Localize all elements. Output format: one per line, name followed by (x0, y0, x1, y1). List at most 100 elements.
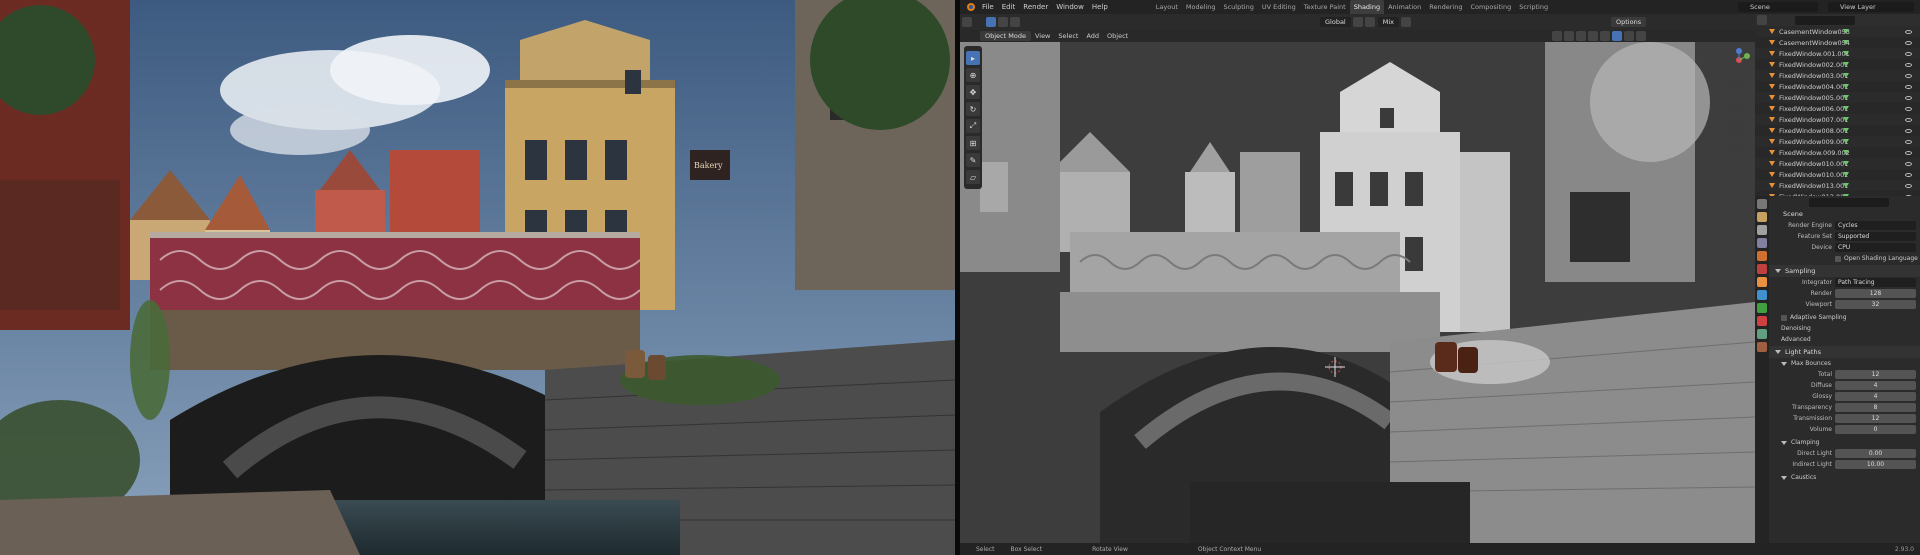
menu-file[interactable]: File (978, 0, 998, 14)
visibility-eye-icon[interactable] (1905, 106, 1912, 111)
visibility-eye-icon[interactable] (1905, 29, 1912, 34)
gizmo-icon[interactable] (1564, 31, 1575, 41)
snap-icon[interactable] (1364, 17, 1375, 27)
move-tool-icon[interactable]: ✥ (966, 85, 980, 99)
outliner-item[interactable]: FixedWindow005.001 (1755, 92, 1920, 103)
outliner-display-mode-icon[interactable] (1757, 15, 1767, 25)
outliner-item[interactable]: CasementWindow053 (1755, 26, 1920, 37)
render-samples-field[interactable]: 128 (1835, 289, 1916, 298)
outliner-item[interactable]: CasementWindow054 (1755, 37, 1920, 48)
particles-props-icon[interactable] (1757, 303, 1767, 313)
transmission-bounces-field[interactable]: 12 (1835, 414, 1916, 423)
tab-modeling[interactable]: Modeling (1182, 0, 1220, 14)
zoom-icon[interactable] (1727, 77, 1745, 95)
visibility-eye-icon[interactable] (1905, 84, 1912, 89)
clamping-subpanel[interactable]: Clamping (1769, 437, 1920, 448)
material-props-icon[interactable] (1757, 342, 1767, 352)
visibility-eye-icon[interactable] (1905, 128, 1912, 133)
outliner-item[interactable]: FixedWindow006.001 (1755, 103, 1920, 114)
visibility-eye-icon[interactable] (1905, 161, 1912, 166)
menu-add[interactable]: Add (1082, 32, 1103, 40)
diffuse-bounces-field[interactable]: 4 (1835, 381, 1916, 390)
outliner-item[interactable]: FixedWindow010.001 (1755, 158, 1920, 169)
max-bounces-subpanel[interactable]: Max Bounces (1769, 358, 1920, 369)
perspective-toggle-icon[interactable] (1727, 140, 1745, 158)
outliner-item[interactable]: FixedWindow013.001 (1755, 180, 1920, 191)
sampling-panel-header[interactable]: Sampling (1769, 265, 1920, 277)
tab-shading[interactable]: Shading (1349, 0, 1385, 14)
scene-selector[interactable]: Scene (1738, 2, 1818, 12)
visibility-eye-icon[interactable] (1905, 51, 1912, 56)
glossy-bounces-field[interactable]: 4 (1835, 392, 1916, 401)
tab-sculpting[interactable]: Sculpting (1219, 0, 1257, 14)
properties-search-input[interactable] (1809, 197, 1889, 207)
visibility-eye-icon[interactable] (1905, 73, 1912, 78)
visibility-eye-icon[interactable] (1905, 183, 1912, 188)
visibility-eye-icon[interactable] (1905, 62, 1912, 67)
select-mode-extend-icon[interactable] (998, 17, 1008, 27)
select-box-tool-icon[interactable]: ▸ (966, 51, 980, 65)
caustics-subpanel[interactable]: Caustics (1769, 472, 1920, 483)
indirect-light-field[interactable]: 10.00 (1835, 460, 1916, 469)
shading-solid-icon[interactable] (1612, 31, 1623, 41)
visibility-eye-icon[interactable] (1905, 172, 1912, 177)
object-props-icon[interactable] (1757, 277, 1767, 287)
axis-gizmo-icon[interactable] (1727, 48, 1751, 72)
mix-dropdown[interactable]: Mix (1377, 17, 1400, 27)
outliner-item[interactable]: FixedWindow004.001 (1755, 81, 1920, 92)
view-layer-selector[interactable]: View Layer (1828, 2, 1914, 12)
tab-texture-paint[interactable]: Texture Paint (1300, 0, 1350, 14)
rotate-tool-icon[interactable]: ↻ (966, 102, 980, 116)
visibility-eye-icon[interactable] (1905, 117, 1912, 122)
menu-render[interactable]: Render (1019, 0, 1052, 14)
modifier-props-icon[interactable] (1757, 290, 1767, 300)
scene-props-icon[interactable] (1757, 251, 1767, 261)
osl-checkbox[interactable] (1835, 255, 1841, 262)
total-bounces-field[interactable]: 12 (1835, 370, 1916, 379)
outliner-item[interactable]: FixedWindow007.001 (1755, 114, 1920, 125)
light-paths-panel-header[interactable]: Light Paths (1769, 346, 1920, 358)
select-mode-subtract-icon[interactable] (1010, 17, 1020, 27)
volume-bounces-field[interactable]: 0 (1835, 425, 1916, 434)
outliner-item[interactable]: FixedWindow003.001 (1755, 70, 1920, 81)
tool-props-icon[interactable] (1757, 199, 1767, 209)
render-props-icon[interactable] (1757, 212, 1767, 222)
menu-help[interactable]: Help (1088, 0, 1112, 14)
visibility-eye-icon[interactable] (1905, 139, 1912, 144)
world-props-icon[interactable] (1757, 264, 1767, 274)
menu-view[interactable]: View (1031, 32, 1054, 40)
pivot-icon[interactable] (1352, 17, 1363, 27)
options-button[interactable]: Options (1611, 17, 1647, 27)
overlays-icon[interactable] (1576, 31, 1587, 41)
device-dropdown[interactable]: CPU (1835, 243, 1916, 252)
select-mode-icon[interactable] (986, 17, 996, 27)
shading-material-icon[interactable] (1624, 31, 1635, 41)
outliner-item[interactable]: FixedWindow002.001 (1755, 59, 1920, 70)
direct-light-field[interactable]: 0.00 (1835, 449, 1916, 458)
shading-rendered-icon[interactable] (1636, 31, 1647, 41)
tab-compositing[interactable]: Compositing (1466, 0, 1515, 14)
outliner-item[interactable]: FixedWindow.009.002 (1755, 147, 1920, 158)
transform-tool-icon[interactable]: ⊞ (966, 136, 980, 150)
constraints-props-icon[interactable] (1757, 329, 1767, 339)
outliner-item[interactable]: FixedWindow008.001 (1755, 125, 1920, 136)
camera-view-icon[interactable] (1727, 119, 1745, 137)
tab-animation[interactable]: Animation (1384, 0, 1425, 14)
outliner-search-input[interactable] (1795, 15, 1855, 25)
tab-layout[interactable]: Layout (1152, 0, 1182, 14)
outliner-item[interactable]: FixedWindow010.002 (1755, 169, 1920, 180)
menu-window[interactable]: Window (1052, 0, 1088, 14)
adaptive-sampling-subpanel[interactable]: Adaptive Sampling (1769, 312, 1920, 323)
denoising-subpanel[interactable]: Denoising (1769, 323, 1920, 334)
visibility-eye-icon[interactable] (1905, 150, 1912, 155)
xray-icon[interactable] (1588, 31, 1599, 41)
view-layer-props-icon[interactable] (1757, 238, 1767, 248)
osl-checkbox-row[interactable]: Open Shading Language (1769, 253, 1920, 264)
integrator-dropdown[interactable]: Path Tracing (1835, 278, 1916, 287)
menu-object[interactable]: Object (1103, 32, 1132, 40)
shading-wireframe-icon[interactable] (1600, 31, 1611, 41)
tab-rendering[interactable]: Rendering (1425, 0, 1466, 14)
scale-tool-icon[interactable]: ⤢ (966, 119, 980, 133)
measure-tool-icon[interactable]: ▱ (966, 170, 980, 184)
orientation-dropdown[interactable]: Global (1320, 17, 1351, 27)
